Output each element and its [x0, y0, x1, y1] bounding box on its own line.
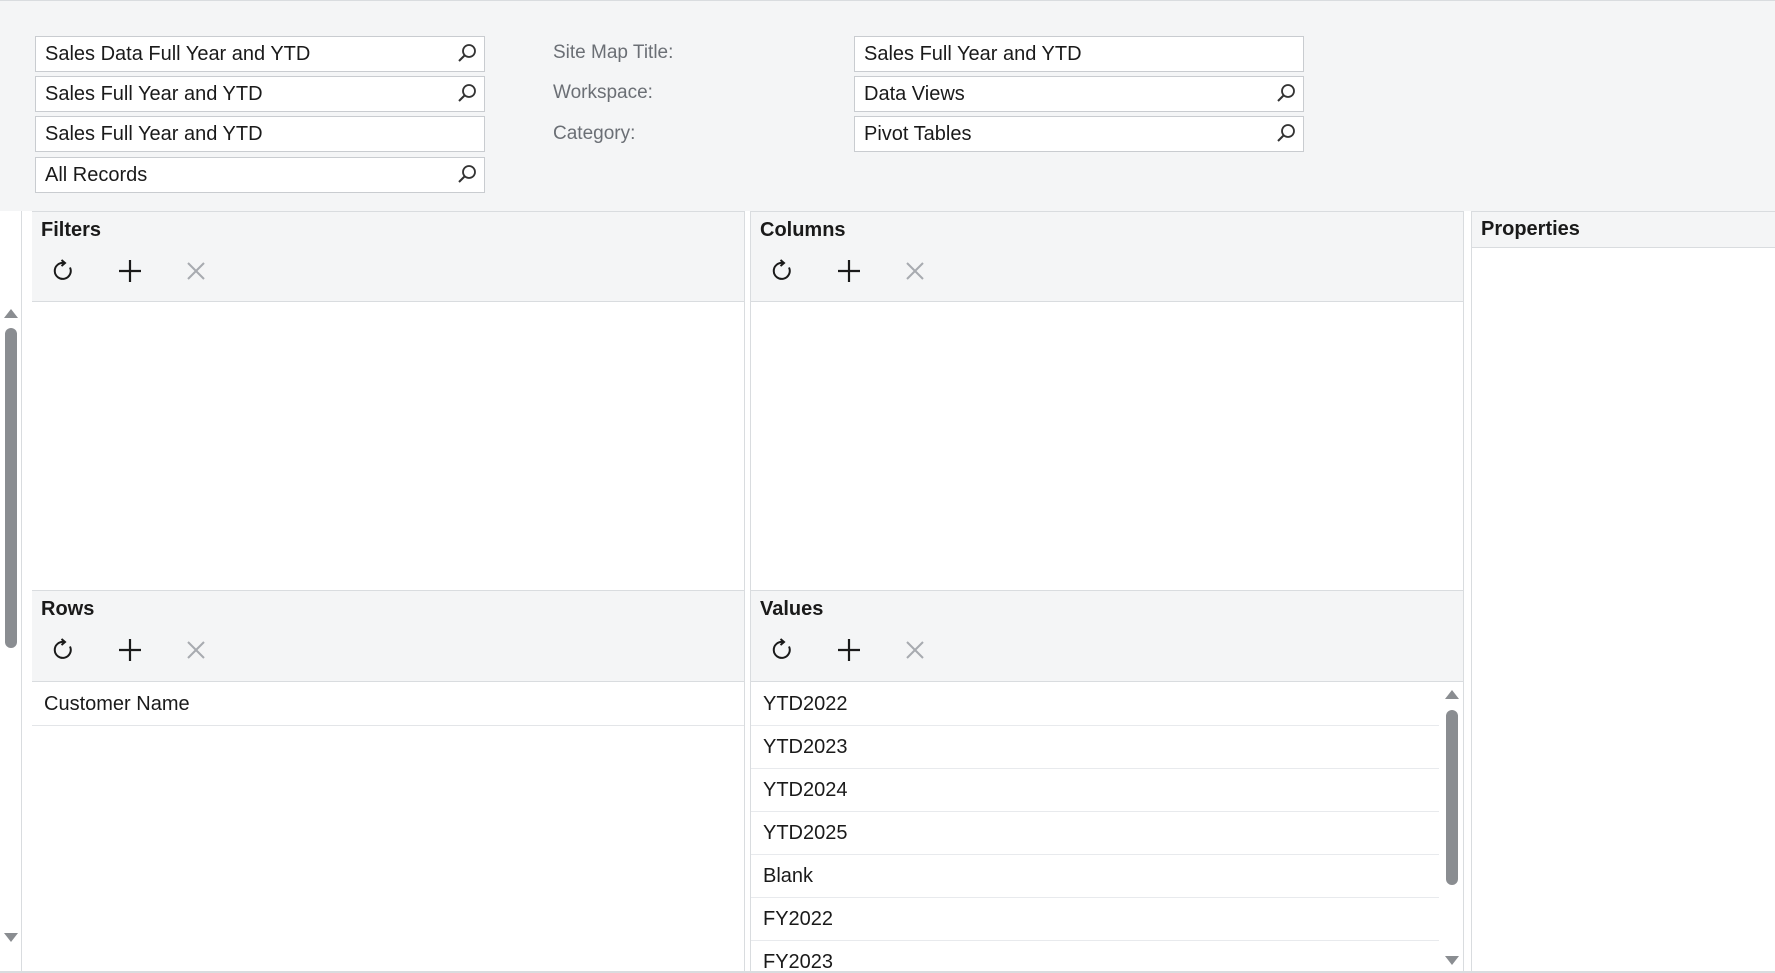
- properties-panel-header: Properties: [1472, 211, 1775, 248]
- scrollbar-thumb[interactable]: [5, 328, 17, 648]
- filters-add-button[interactable]: [115, 256, 145, 286]
- filters-refresh-button[interactable]: [49, 256, 79, 286]
- filters-panel-header: Filters: [32, 211, 744, 302]
- values-delete-button[interactable]: [900, 635, 930, 665]
- rows-delete-button[interactable]: [181, 635, 211, 665]
- scrollbar-thumb[interactable]: [1446, 710, 1458, 885]
- left-scrollbar[interactable]: [0, 211, 22, 973]
- add-icon: [119, 639, 141, 661]
- values-panel: Values YTD2022 YTD2023 YTD2024 YTD2025 B…: [750, 591, 1464, 973]
- delete-icon: [906, 262, 924, 280]
- values-scrollbar[interactable]: [1441, 683, 1463, 973]
- rows-title: Rows: [41, 598, 95, 620]
- search-icon[interactable]: [456, 43, 478, 65]
- site-map-title-value: Sales Full Year and YTD: [864, 43, 1082, 65]
- category-field[interactable]: Pivot Tables: [854, 116, 1304, 152]
- rows-panel-header: Rows: [32, 591, 744, 682]
- filters-title: Filters: [41, 219, 102, 241]
- columns-add-button[interactable]: [834, 256, 864, 286]
- add-icon: [838, 260, 860, 282]
- list-item[interactable]: FY2023: [751, 941, 1439, 973]
- delete-icon: [187, 641, 205, 659]
- search-icon[interactable]: [1275, 123, 1297, 145]
- list-item[interactable]: FY2022: [751, 898, 1439, 941]
- columns-title: Columns: [760, 219, 846, 241]
- scroll-up-arrow-icon[interactable]: [1445, 690, 1459, 699]
- properties-panel: Properties: [1471, 211, 1775, 973]
- category-value: Pivot Tables: [864, 123, 972, 145]
- screen-id-value: Sales Full Year and YTD: [45, 83, 263, 105]
- site-map-title-field[interactable]: Sales Full Year and YTD: [854, 36, 1304, 72]
- rows-refresh-button[interactable]: [49, 635, 79, 665]
- filter-field[interactable]: All Records: [35, 157, 485, 193]
- values-panel-header: Values: [751, 591, 1463, 682]
- add-icon: [119, 260, 141, 282]
- title-field[interactable]: Sales Full Year and YTD: [35, 116, 485, 152]
- columns-panel-header: Columns: [751, 211, 1463, 302]
- search-icon[interactable]: [1275, 83, 1297, 105]
- delete-icon: [187, 262, 205, 280]
- delete-icon: [906, 641, 924, 659]
- workspace-field[interactable]: Data Views: [854, 76, 1304, 112]
- list-item[interactable]: Blank: [751, 855, 1439, 898]
- site-map-title-label: Site Map Title:: [553, 42, 674, 63]
- category-label: Category:: [553, 123, 636, 144]
- list-item[interactable]: YTD2025: [751, 812, 1439, 855]
- refresh-icon: [53, 259, 72, 280]
- scroll-down-arrow-icon[interactable]: [1445, 956, 1459, 965]
- pivot-table-name-value: Sales Data Full Year and YTD: [45, 43, 311, 65]
- filters-panel: Filters: [32, 211, 745, 591]
- screen-id-field[interactable]: Sales Full Year and YTD: [35, 76, 485, 112]
- columns-delete-button[interactable]: [900, 256, 930, 286]
- values-title: Values: [760, 598, 824, 620]
- values-refresh-button[interactable]: [768, 635, 798, 665]
- properties-title: Properties: [1481, 218, 1580, 240]
- list-item[interactable]: YTD2022: [751, 683, 1439, 726]
- scroll-up-arrow-icon[interactable]: [4, 309, 18, 318]
- form-header: Sales Data Full Year and YTD Sales Full …: [0, 0, 1775, 211]
- add-icon: [838, 639, 860, 661]
- refresh-icon: [772, 638, 791, 659]
- workspace-value: Data Views: [864, 83, 965, 105]
- filter-value: All Records: [45, 164, 148, 186]
- pivot-table-name-field[interactable]: Sales Data Full Year and YTD: [35, 36, 485, 72]
- search-icon[interactable]: [456, 164, 478, 186]
- list-item[interactable]: Customer Name: [32, 683, 744, 726]
- columns-panel: Columns: [750, 211, 1464, 591]
- scroll-down-arrow-icon[interactable]: [4, 933, 18, 942]
- list-item[interactable]: YTD2024: [751, 769, 1439, 812]
- values-add-button[interactable]: [834, 635, 864, 665]
- list-item[interactable]: YTD2023: [751, 726, 1439, 769]
- rows-panel: Rows Customer Name: [32, 591, 745, 973]
- rows-add-button[interactable]: [115, 635, 145, 665]
- columns-refresh-button[interactable]: [768, 256, 798, 286]
- workspace-label: Workspace:: [553, 82, 653, 103]
- title-value: Sales Full Year and YTD: [45, 123, 263, 145]
- filters-delete-button[interactable]: [181, 256, 211, 286]
- refresh-icon: [53, 638, 72, 659]
- refresh-icon: [772, 259, 791, 280]
- search-icon[interactable]: [456, 83, 478, 105]
